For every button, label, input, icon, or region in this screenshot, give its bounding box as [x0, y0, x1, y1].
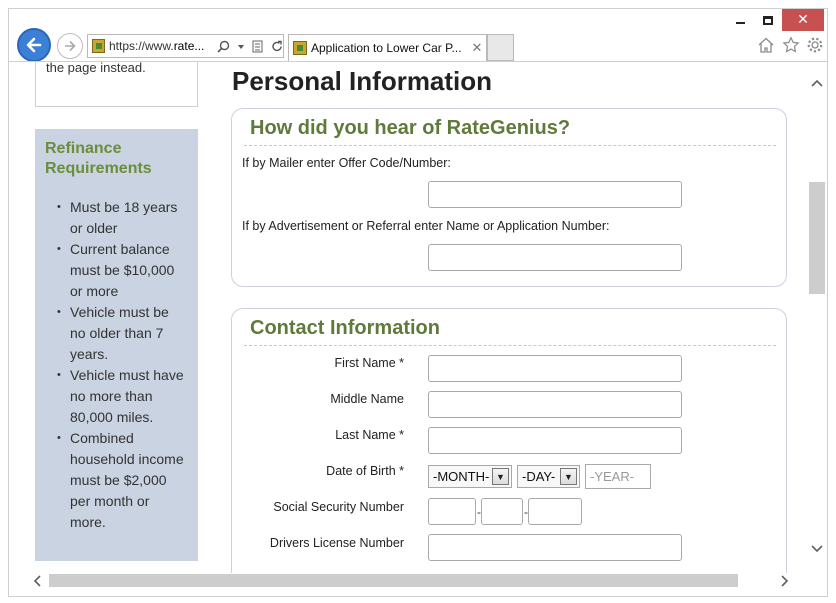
scroll-down-icon[interactable] [808, 540, 826, 558]
section-title: How did you hear of RateGenius? [250, 117, 571, 139]
sidebar-note: the page instead. [35, 62, 198, 107]
back-button[interactable] [17, 28, 51, 62]
dob-label: Date of Birth * [326, 464, 404, 478]
compatibility-view-icon[interactable] [252, 40, 264, 53]
home-icon[interactable] [757, 36, 775, 54]
list-item: Combined household income must be $2,000… [45, 428, 188, 533]
dob-day-select[interactable]: -DAY- ▼ [517, 465, 580, 488]
last-name-input[interactable] [428, 427, 682, 454]
referral-name-input[interactable] [428, 244, 682, 271]
requirements-list: Must be 18 years or older Current balanc… [45, 197, 188, 533]
offer-code-input[interactable] [428, 181, 682, 208]
list-item: Vehicle must have no more than 80,000 mi… [45, 365, 188, 428]
back-arrow-icon [26, 37, 42, 53]
dob-month-select[interactable]: -MONTH- ▼ [428, 465, 512, 488]
list-item: Current balance must be $10,000 or more [45, 239, 188, 302]
tab-favicon-icon [293, 41, 307, 55]
scroll-up-icon[interactable] [808, 74, 826, 92]
list-item: Vehicle must be no older than 7 years. [45, 302, 188, 365]
vertical-scrollbar[interactable] [808, 62, 826, 573]
first-name-label: First Name * [334, 356, 404, 370]
chevron-down-icon: ▼ [560, 468, 577, 485]
minimize-button[interactable] [728, 9, 752, 31]
list-item: Must be 18 years or older [45, 197, 188, 239]
last-name-label: Last Name * [335, 428, 404, 442]
section-divider [244, 345, 776, 346]
maximize-icon [763, 15, 773, 25]
section-title: Contact Information [250, 317, 440, 339]
ssn-label: Social Security Number [273, 500, 404, 514]
dob-day-value: -DAY- [522, 469, 556, 484]
referral-source-section: How did you hear of RateGenius? If by Ma… [231, 108, 787, 287]
maximize-button[interactable] [756, 9, 780, 31]
new-tab-button[interactable] [487, 34, 514, 61]
referral-label: If by Advertisement or Referral enter Na… [242, 219, 610, 233]
page-viewport: the page instead. Refinance Requirements… [17, 62, 808, 573]
dob-year-input[interactable]: -YEAR- [585, 464, 651, 489]
refresh-icon[interactable] [271, 40, 283, 53]
vertical-scroll-thumb[interactable] [809, 182, 825, 294]
settings-gear-icon[interactable] [806, 36, 824, 54]
search-icon[interactable] [217, 40, 230, 53]
middle-name-label: Middle Name [330, 392, 404, 406]
address-bar[interactable]: https://www.rate... [87, 34, 284, 58]
tab-title: Application to Lower Car P... [311, 41, 462, 55]
mailer-code-label: If by Mailer enter Offer Code/Number: [242, 156, 451, 170]
tab-close-icon[interactable]: ✕ [468, 40, 486, 56]
first-name-input[interactable] [428, 355, 682, 382]
drivers-license-label: Drivers License Number [269, 536, 404, 550]
minimize-icon [735, 22, 745, 24]
site-favicon-icon [92, 39, 105, 53]
tab-application[interactable]: Application to Lower Car P... ✕ [288, 34, 487, 61]
sidebar-note-text: the page instead. [46, 62, 146, 75]
ssn-part2-input[interactable] [481, 498, 523, 525]
scroll-left-icon[interactable] [29, 573, 45, 588]
dob-month-value: -MONTH- [433, 469, 490, 484]
browser-window: ✕ https://www.rate... Application to Low… [0, 0, 836, 603]
dropdown-arrow-icon[interactable] [237, 40, 245, 53]
favorites-star-icon[interactable] [782, 36, 800, 54]
forward-arrow-icon [65, 40, 76, 52]
section-divider [244, 145, 776, 146]
ssn-part1-input[interactable] [428, 498, 476, 525]
close-window-button[interactable]: ✕ [782, 9, 824, 31]
horizontal-scrollbar[interactable] [17, 573, 808, 588]
requirements-title: Refinance Requirements [45, 140, 152, 177]
ssn-part3-input[interactable] [528, 498, 582, 525]
refinance-requirements-panel: Refinance Requirements Must be 18 years … [35, 129, 198, 561]
forward-button[interactable] [57, 33, 83, 59]
scroll-right-icon[interactable] [777, 573, 793, 588]
contact-information-section: Contact Information First Name * Middle … [231, 308, 787, 573]
page-title: Personal Information [232, 66, 493, 96]
chevron-down-icon: ▼ [492, 468, 509, 485]
drivers-license-input[interactable] [428, 534, 682, 561]
middle-name-input[interactable] [428, 391, 682, 418]
address-url: https://www.rate... [109, 39, 205, 53]
horizontal-scroll-thumb[interactable] [49, 574, 738, 587]
